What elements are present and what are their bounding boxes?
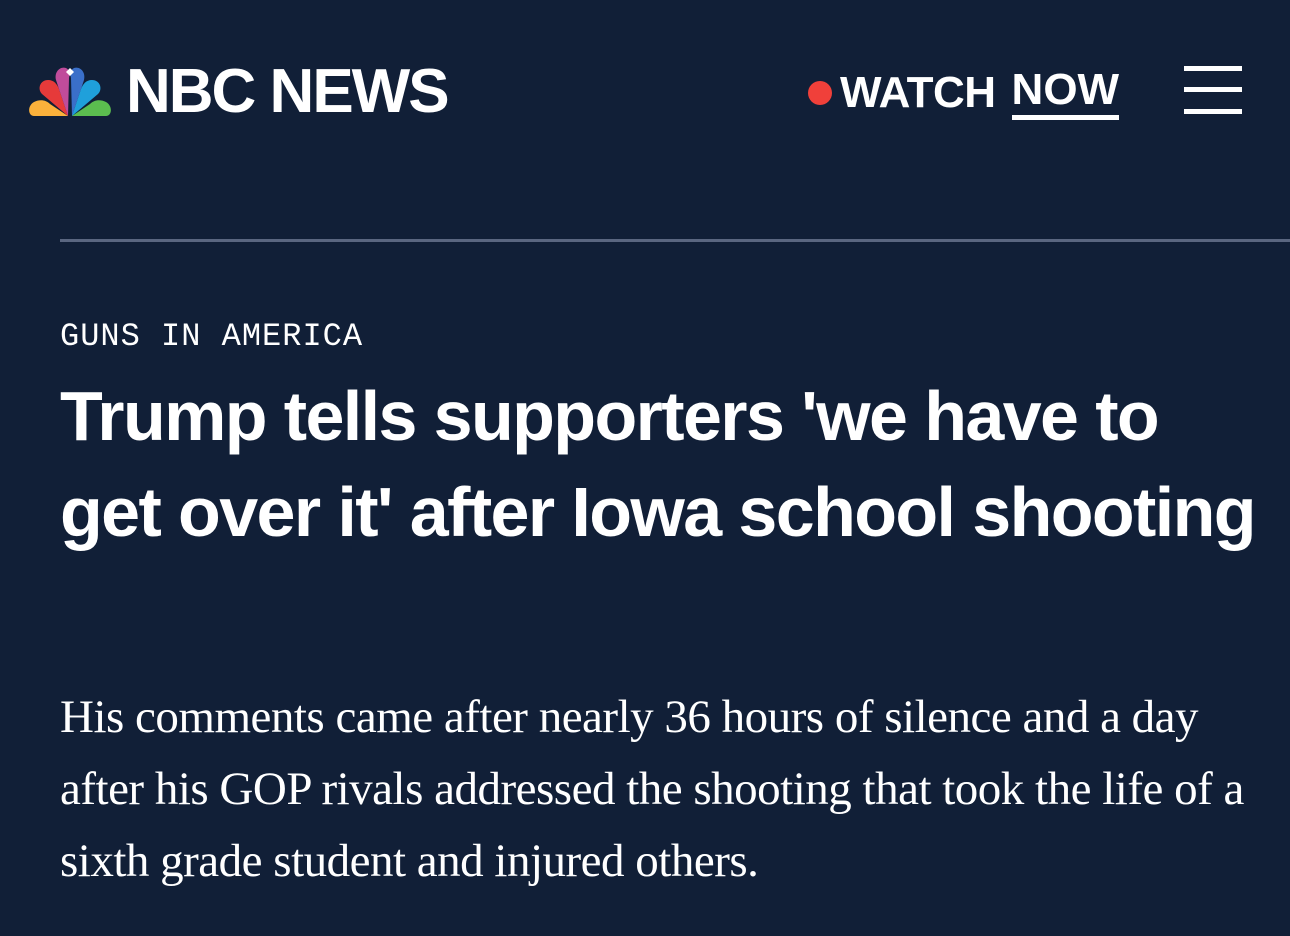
brand-wordmark: NBC NEWS bbox=[126, 57, 450, 126]
article-dek: His comments came after nearly 36 hours … bbox=[60, 691, 1244, 887]
header-divider bbox=[60, 239, 1290, 242]
menu-bar bbox=[1184, 66, 1242, 71]
article-headline: Trump tells supporters 'we have to get o… bbox=[60, 377, 1257, 551]
watch-now-link[interactable]: WATCH NOW bbox=[808, 66, 1120, 120]
page: NBC NEWS WATCH NOW GUNS IN AMERICA Trump… bbox=[0, 0, 1290, 936]
live-indicator-dot bbox=[808, 81, 832, 105]
hamburger-menu-icon[interactable] bbox=[1184, 66, 1242, 114]
watch-label: WATCH bbox=[840, 68, 996, 117]
nbc-peacock-icon bbox=[29, 67, 111, 116]
menu-bar bbox=[1184, 109, 1242, 114]
site-header: NBC NEWS WATCH NOW bbox=[0, 0, 1290, 180]
watch-now-label: NOW bbox=[1011, 66, 1120, 120]
nbc-news-logo-link[interactable]: NBC NEWS bbox=[28, 57, 450, 126]
menu-bar bbox=[1184, 87, 1242, 92]
section-kicker-link[interactable]: GUNS IN AMERICA bbox=[60, 318, 363, 355]
